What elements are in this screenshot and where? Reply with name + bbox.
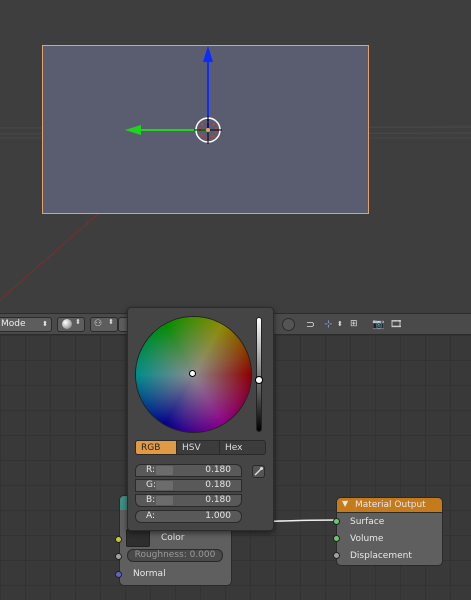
z-axis-arrow	[203, 46, 213, 62]
surface-label: Surface	[350, 517, 385, 527]
mode-label: Mode	[1, 319, 26, 329]
volume-label: Volume	[350, 534, 384, 544]
dropdown-arrows-icon[interactable]: ⬍	[337, 318, 350, 331]
red-value: 0.180	[205, 465, 231, 475]
color-label: Color	[161, 533, 185, 543]
snap-element-icon[interactable]: ⊞	[350, 318, 363, 331]
snap-target-icon[interactable]: ⊹	[322, 318, 335, 331]
green-value: 0.180	[205, 480, 231, 490]
shading-sphere-icon	[62, 319, 72, 329]
blue-value: 0.180	[205, 495, 231, 505]
dropdown-arrows-icon: ⬍	[75, 318, 81, 326]
wheel-cursor[interactable]	[189, 370, 196, 377]
3d-viewport[interactable]	[0, 0, 471, 313]
alpha-value: 1.000	[205, 511, 231, 521]
red-label: R:	[146, 465, 156, 475]
roughness-input-socket[interactable]	[115, 553, 122, 560]
roughness-field-text: Roughness: 0.000	[134, 550, 216, 560]
normal-label: Normal	[133, 569, 166, 579]
blue-fill	[156, 496, 173, 505]
red-field[interactable]: R: 0.180	[135, 464, 242, 477]
render-image-icon[interactable]: 📷	[372, 318, 385, 331]
green-fill	[156, 481, 173, 490]
material-output-header[interactable]: ▼ Material Output	[337, 498, 442, 513]
value-slider-knob[interactable]	[255, 376, 263, 384]
alpha-field[interactable]: A: 1.000	[135, 510, 242, 523]
color-swatch[interactable]	[126, 529, 150, 547]
displacement-input-socket[interactable]	[333, 552, 340, 559]
collapse-triangle-icon[interactable]: ▼	[342, 499, 348, 508]
hue-saturation-wheel[interactable]	[135, 316, 252, 433]
pivot-point-button[interactable]: ⚇ ⬍	[90, 317, 118, 332]
tab-rgb[interactable]: RGB	[135, 440, 177, 455]
dropdown-arrows-icon: ⬍	[42, 320, 48, 328]
color-picker-popup: RGB HSV Hex R: 0.180 G: 0.180 B: 0.180 A…	[127, 307, 274, 531]
eyedropper-button[interactable]	[252, 465, 265, 478]
red-fill	[156, 466, 173, 475]
value-slider[interactable]	[255, 317, 263, 432]
transform-gizmo[interactable]	[0, 0, 471, 313]
tab-hex[interactable]: Hex	[219, 440, 266, 455]
color-input-socket[interactable]	[115, 536, 122, 543]
dropdown-arrows-icon: ⬍	[108, 318, 114, 326]
tab-hex-label: Hex	[225, 443, 243, 453]
alpha-label: A:	[146, 511, 156, 521]
eyedropper-icon	[254, 467, 263, 476]
surface-input-socket[interactable]	[333, 518, 340, 525]
volume-input-socket[interactable]	[333, 535, 340, 542]
pivot-icon: ⚇	[94, 319, 103, 329]
tab-hsv-label: HSV	[182, 443, 201, 453]
snap-magnet-icon[interactable]: ⊃	[304, 318, 317, 331]
y-axis-arrow	[125, 125, 141, 135]
render-animation-icon[interactable]: 🎞	[390, 318, 403, 331]
material-output-title: Material Output	[355, 500, 426, 510]
material-output-node[interactable]: ▼ Material Output Surface Volume Displac…	[336, 497, 443, 566]
tab-rgb-label: RGB	[141, 443, 161, 453]
normal-input-socket[interactable]	[115, 571, 122, 578]
tab-hsv[interactable]: HSV	[176, 440, 220, 455]
green-field[interactable]: G: 0.180	[135, 479, 242, 492]
blue-label: B:	[146, 495, 156, 505]
roughness-field[interactable]: Roughness: 0.000	[127, 549, 223, 562]
color-mode-tabs: RGB HSV Hex	[135, 440, 266, 455]
viewport-shading-button[interactable]: ⬍	[57, 317, 85, 332]
proportional-edit-icon[interactable]	[282, 318, 295, 331]
mode-selector[interactable]: Mode ⬍	[0, 317, 52, 332]
blue-field[interactable]: B: 0.180	[135, 494, 242, 507]
green-label: G:	[146, 480, 157, 490]
displacement-label: Displacement	[350, 551, 412, 561]
